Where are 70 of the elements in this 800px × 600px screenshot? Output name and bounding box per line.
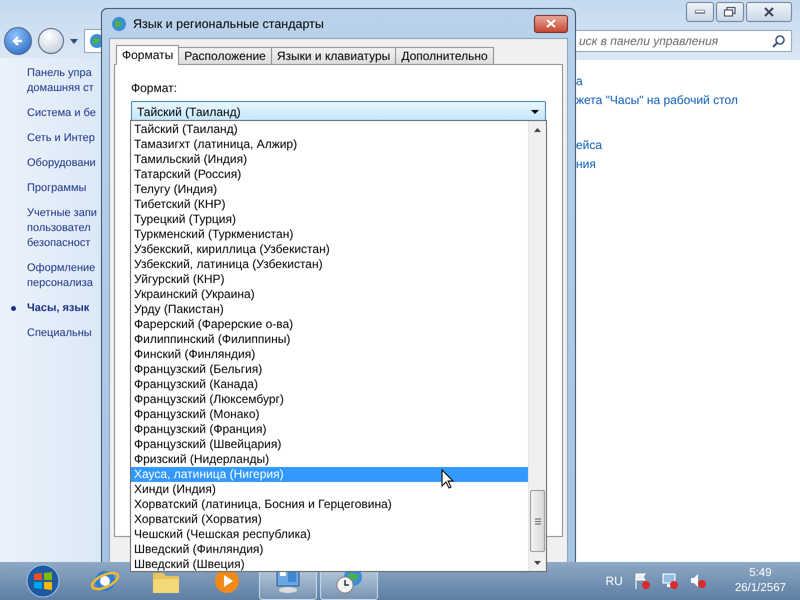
restore-button[interactable] xyxy=(716,2,744,22)
window-title: Язык и региональные стандарты xyxy=(133,16,325,30)
network-icon[interactable] xyxy=(660,572,679,590)
minimize-icon xyxy=(695,10,705,14)
dropdown-option[interactable]: Филиппинский (Филиппины) xyxy=(131,332,528,347)
task-link[interactable]: ния xyxy=(576,157,596,171)
task-link[interactable]: ейса xyxy=(576,138,602,152)
dropdown-option[interactable]: Хорватский (Хорватия) xyxy=(131,512,528,527)
format-label: Формат: xyxy=(131,81,178,95)
dropdown-option[interactable]: Фризский (Нидерланды) xyxy=(131,452,528,467)
dropdown-option[interactable]: Тибетский (КНР) xyxy=(131,197,528,212)
dropdown-option[interactable]: Узбекский, кириллица (Узбекистан) xyxy=(131,242,528,257)
dropdown-option[interactable]: Тамазигхт (латиница, Алжир) xyxy=(131,137,528,152)
minimize-button[interactable] xyxy=(686,2,714,22)
dropdown-option[interactable]: Турецкий (Турция) xyxy=(131,212,528,227)
dropdown-option[interactable]: Французский (Монако) xyxy=(131,407,528,422)
dropdown-option[interactable]: Тамильский (Индия) xyxy=(131,152,528,167)
dropdown-option[interactable]: Французский (Люксембург) xyxy=(131,392,528,407)
dropdown-option[interactable]: Телугу (Индия) xyxy=(131,182,528,197)
tab[interactable]: Дополнительно xyxy=(395,47,494,65)
caret-icon[interactable] xyxy=(70,38,78,44)
scroll-up-icon[interactable] xyxy=(534,128,541,132)
task-link[interactable]: а xyxy=(576,74,583,88)
dropdown-option[interactable]: Французский (Канада) xyxy=(131,377,528,392)
speaker-icon[interactable] xyxy=(688,572,707,590)
scrollbar-thumb[interactable] xyxy=(530,490,545,552)
scrollbar[interactable] xyxy=(528,121,546,571)
search-icon xyxy=(772,34,786,48)
sidebar-link[interactable]: Сеть и Интер xyxy=(27,131,95,146)
caret-icon xyxy=(531,110,539,114)
sidebar-link[interactable]: Специальны xyxy=(27,326,92,341)
dropdown-option[interactable]: Шведский (Финляндия) xyxy=(131,542,528,557)
sidebar-link[interactable]: Панель упра домашняя ст xyxy=(27,66,94,96)
dropdown-option[interactable]: Французский (Франция) xyxy=(131,422,528,437)
forward-button[interactable] xyxy=(38,28,64,54)
sidebar-link[interactable]: Учетные запи пользовател безопасност xyxy=(27,206,97,251)
dropdown-option[interactable]: Финский (Финляндия) xyxy=(131,347,528,362)
dropdown-option[interactable]: Фарерский (Фарерские о-ва) xyxy=(131,317,528,332)
close-icon xyxy=(764,7,774,17)
sidebar-link[interactable]: Программы xyxy=(27,181,86,196)
flag-icon[interactable] xyxy=(632,572,651,590)
restore-icon xyxy=(724,7,736,17)
close-button[interactable] xyxy=(746,2,792,22)
dropdown-option[interactable]: Тайский (Таиланд) xyxy=(131,122,528,137)
tab[interactable]: Языки и клавиатуры xyxy=(270,47,396,65)
dropdown-option[interactable]: Украинский (Украина) xyxy=(131,287,528,302)
dropdown-option[interactable]: Шведский (Швеция) xyxy=(131,557,528,572)
sidebar-link[interactable]: Система и бе xyxy=(27,106,96,121)
close-button[interactable] xyxy=(534,14,568,32)
back-button[interactable] xyxy=(4,27,32,55)
task-link[interactable]: жета "Часы" на рабочий стол xyxy=(576,93,738,107)
sidebar-link[interactable]: Часы, язык xyxy=(27,301,90,316)
close-icon xyxy=(546,19,556,28)
sidebar-link[interactable]: Оборудовани xyxy=(27,156,96,171)
dropdown-option[interactable]: Туркменский (Туркменистан) xyxy=(131,227,528,242)
dropdown-option[interactable]: Французский (Швейцария) xyxy=(131,437,528,452)
tab[interactable]: Форматы xyxy=(116,45,180,65)
dropdown-option[interactable]: Уйгурский (КНР) xyxy=(131,272,528,287)
dropdown-option[interactable]: Татарский (Россия) xyxy=(131,167,528,182)
back-arrow-icon xyxy=(12,35,24,47)
dropdown-option[interactable]: Урду (Пакистан) xyxy=(131,302,528,317)
tab[interactable]: Расположение xyxy=(178,47,272,65)
dropdown-option[interactable]: Хорватский (латиница, Босния и Герцеговина) xyxy=(131,497,528,512)
dropdown-option[interactable]: Узбекский, латиница (Узбекистан) xyxy=(131,257,528,272)
globe-icon xyxy=(111,16,127,32)
dropdown-option[interactable]: Французский (Бельгия) xyxy=(131,362,528,377)
sidebar-link[interactable]: Оформление персонализа xyxy=(27,261,96,291)
mouse-cursor-icon xyxy=(441,469,454,489)
dropdown-option[interactable]: Чешский (Чешская республика) xyxy=(131,527,528,542)
dropdown-option[interactable]: Хинди (Индия) xyxy=(131,482,528,497)
